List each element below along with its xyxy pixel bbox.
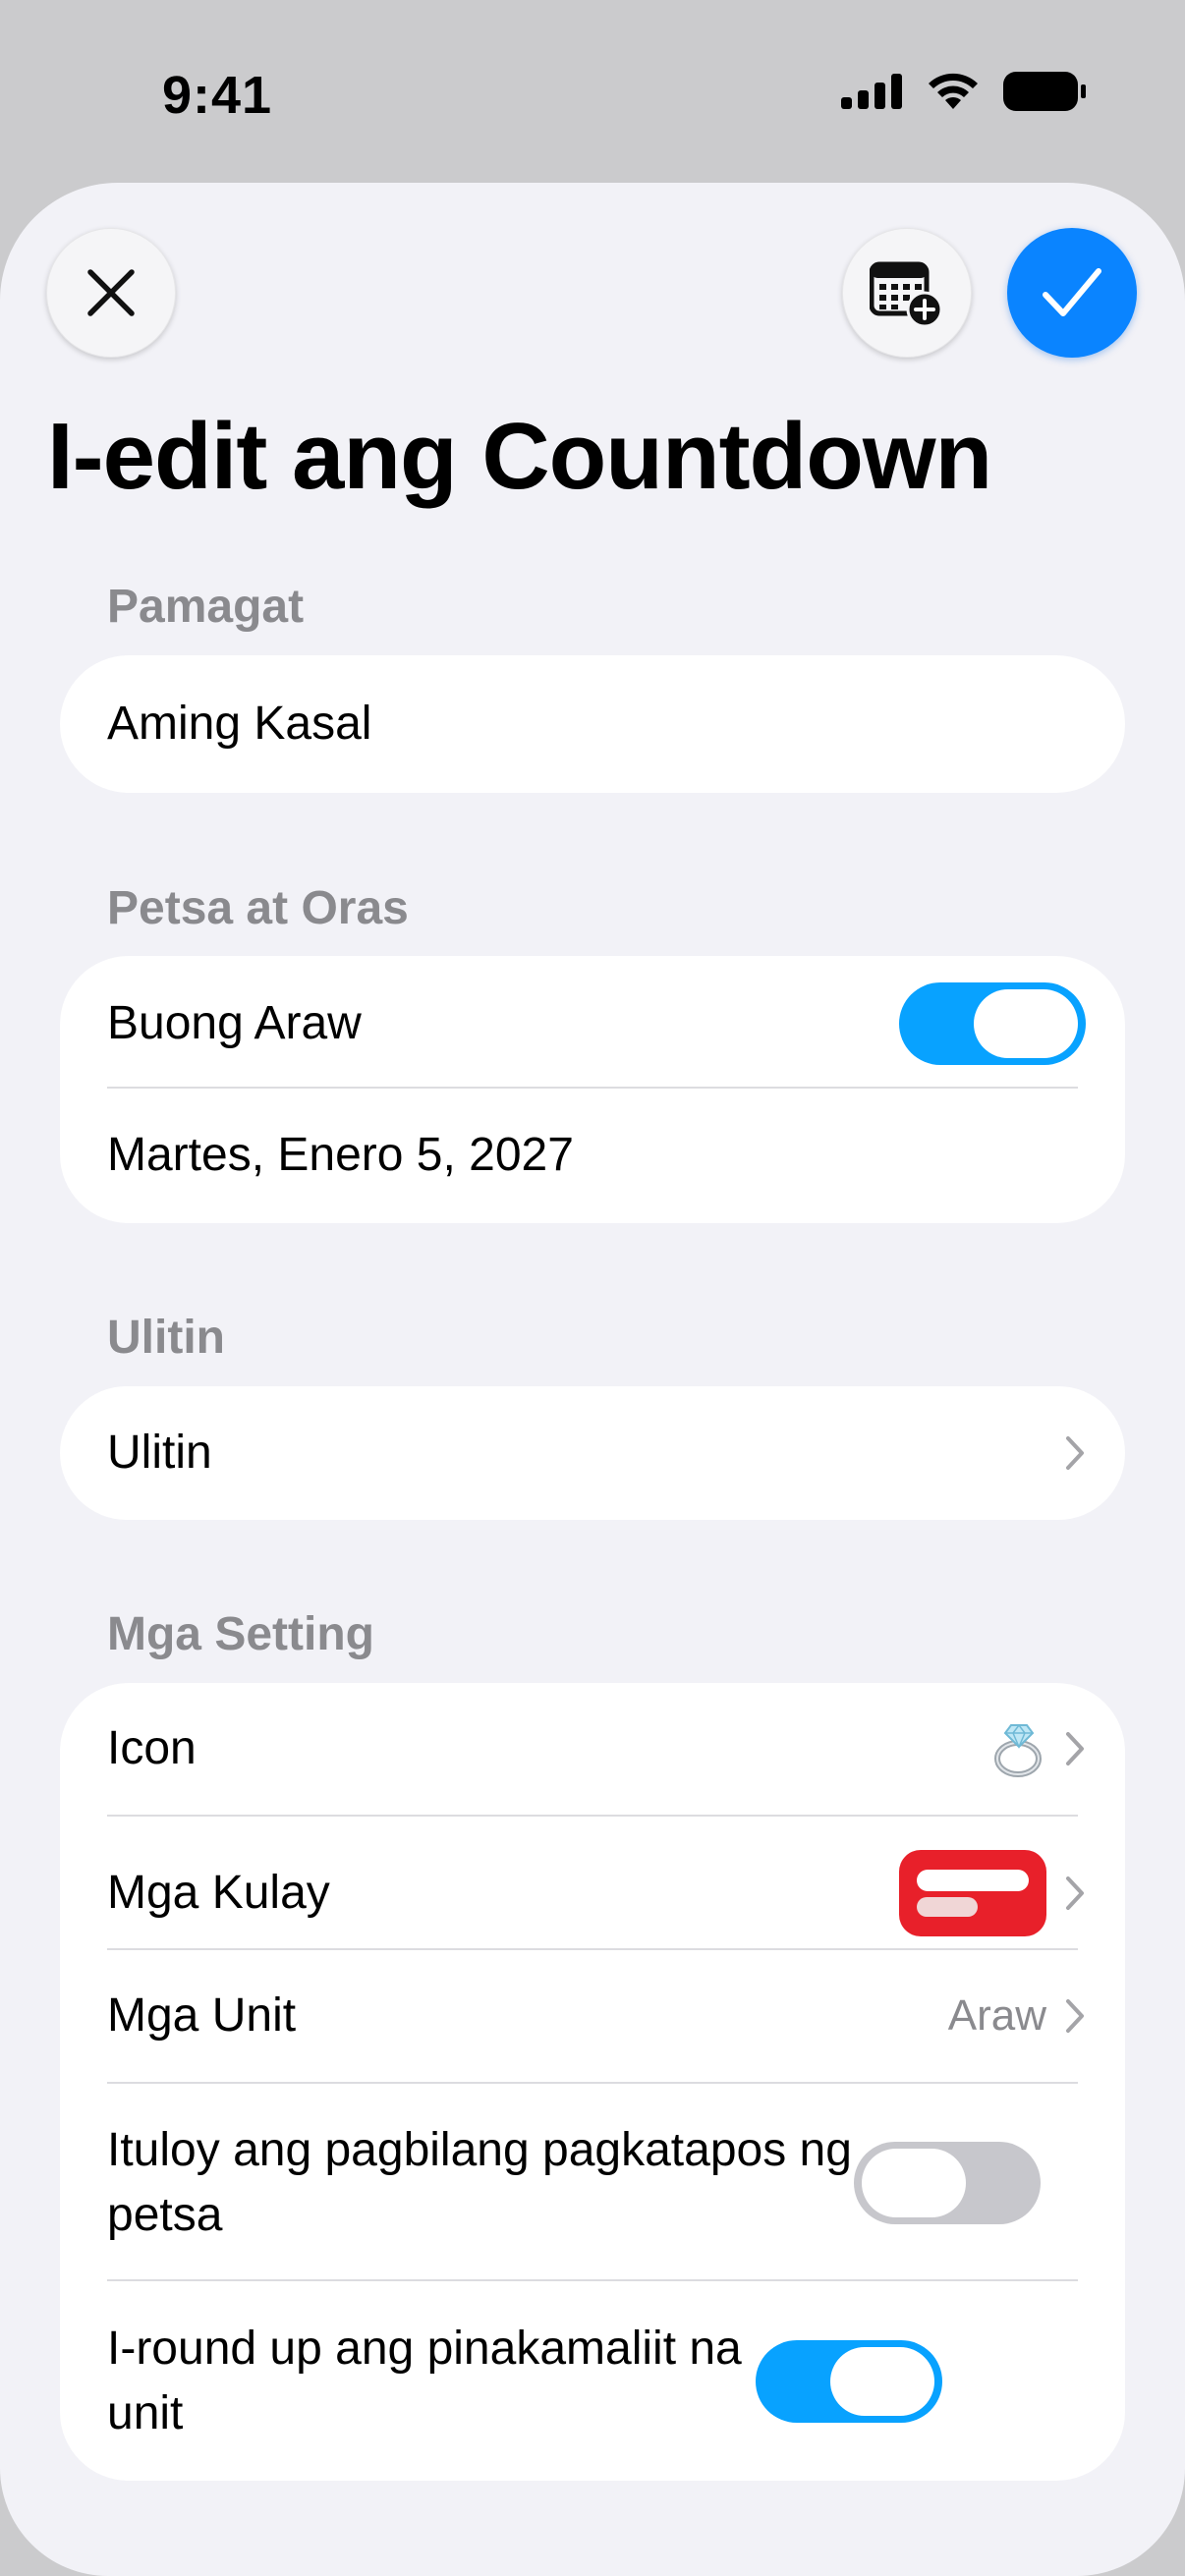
date-time-card: Buong Araw Martes, Enero 5, 2027	[60, 956, 1125, 1223]
chevron-right-icon	[1064, 1730, 1086, 1767]
section-label-date-time: Petsa at Oras	[107, 882, 409, 934]
continue-counting-label: Ituloy ang pagbilang pagkatapos ng petsa	[107, 2124, 852, 2241]
icon-row-label: Icon	[107, 1722, 197, 1774]
divider	[107, 2279, 1078, 2281]
section-label-repeat: Ulitin	[107, 1312, 225, 1364]
page-title: I-edit ang Countdown	[47, 404, 992, 509]
all-day-toggle[interactable]	[899, 982, 1086, 1065]
chevron-right-icon	[1064, 1997, 1086, 2035]
ring-icon	[994, 1723, 1042, 1777]
date-value[interactable]: Martes, Enero 5, 2027	[107, 1123, 1086, 1188]
checkmark-icon	[1043, 268, 1101, 316]
battery-icon	[1003, 72, 1086, 111]
color-preview-swatch	[899, 1850, 1046, 1936]
round-up-toggle[interactable]	[756, 2340, 942, 2423]
divider	[107, 1948, 1078, 1950]
colors-row-label: Mga Kulay	[107, 1867, 330, 1919]
section-label-title: Pamagat	[107, 581, 305, 633]
repeat-row[interactable]: Ulitin	[60, 1386, 1125, 1520]
divider	[107, 1815, 1078, 1817]
continue-counting-toggle[interactable]	[854, 2142, 1041, 2224]
units-value: Araw	[947, 1991, 1046, 2040]
title-input-field[interactable]: Aming Kasal	[60, 655, 1125, 793]
divider	[107, 1087, 1078, 1089]
confirm-button[interactable]	[1007, 228, 1137, 358]
icon-row[interactable]: Icon	[107, 1716, 1086, 1781]
close-button[interactable]	[46, 228, 176, 358]
close-icon	[87, 269, 135, 316]
section-label-settings: Mga Setting	[107, 1608, 374, 1660]
status-time: 9:41	[162, 66, 273, 125]
wifi-icon	[929, 73, 978, 109]
status-bar: 9:41	[0, 0, 1185, 187]
divider	[107, 2082, 1078, 2084]
repeat-row-label: Ulitin	[107, 1427, 212, 1479]
units-row[interactable]: Mga Unit Araw	[107, 1984, 1086, 2048]
all-day-label: Buong Araw	[107, 997, 362, 1049]
units-row-label: Mga Unit	[107, 1989, 297, 2042]
colors-row[interactable]: Mga Kulay	[107, 1850, 1086, 1936]
cellular-signal-icon	[841, 74, 902, 109]
add-to-calendar-button[interactable]	[842, 228, 972, 358]
title-input-value[interactable]: Aming Kasal	[107, 692, 1086, 756]
chevron-right-icon	[1064, 1875, 1086, 1912]
settings-card: Icon Mga Kulay Mga Unit Araw Ituloy ang …	[60, 1683, 1125, 2481]
round-up-label: I-round up ang pinakamaliit na unit	[107, 2323, 742, 2439]
date-picker-row[interactable]: Martes, Enero 5, 2027	[107, 1123, 1086, 1188]
status-icons	[841, 71, 1087, 112]
calendar-add-icon	[870, 261, 943, 327]
chevron-right-icon	[1064, 1434, 1086, 1472]
